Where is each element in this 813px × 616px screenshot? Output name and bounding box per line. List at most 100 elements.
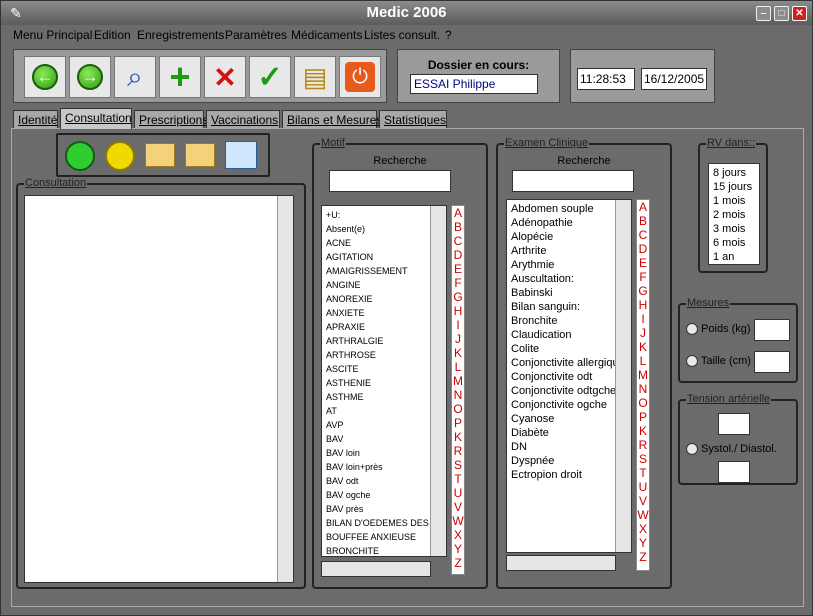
letter-index-item[interactable]: I xyxy=(452,318,464,332)
patient-field[interactable]: ESSAI Philippe xyxy=(410,74,538,94)
tab-prescriptions[interactable]: Prescriptions xyxy=(134,110,208,129)
letter-index-item[interactable]: K xyxy=(452,346,464,360)
motif-item[interactable]: AT xyxy=(322,404,446,418)
examen-item[interactable]: Colite xyxy=(507,342,631,356)
letter-index-item[interactable]: M xyxy=(637,368,649,382)
menu-edition[interactable]: Edition xyxy=(94,28,131,42)
letter-index-item[interactable]: K xyxy=(637,340,649,354)
letter-index-item[interactable]: J xyxy=(637,326,649,340)
letter-index-item[interactable]: P xyxy=(452,416,464,430)
motif-item[interactable]: BAV près xyxy=(322,502,446,516)
taille-input[interactable] xyxy=(754,351,790,373)
folder-open-icon[interactable] xyxy=(145,143,175,167)
tab-consultation[interactable]: Consultation xyxy=(60,108,132,129)
letter-index-item[interactable]: H xyxy=(637,298,649,312)
letter-index-item[interactable]: G xyxy=(452,290,464,304)
letter-index-item[interactable]: C xyxy=(452,234,464,248)
letter-index-item[interactable]: O xyxy=(637,396,649,410)
examen-item[interactable]: Conjonctivite allergique xyxy=(507,356,631,370)
motif-item[interactable]: BAV loin xyxy=(322,446,446,460)
tab-bilans-mesures[interactable]: Bilans et Mesures xyxy=(282,110,382,129)
letter-index-item[interactable]: U xyxy=(637,480,649,494)
motif-item[interactable]: AMAIGRISSEMENT xyxy=(322,264,446,278)
consultation-scrollbar[interactable] xyxy=(277,196,293,582)
rv-option[interactable]: 1 an xyxy=(713,250,755,264)
letter-index-item[interactable]: C xyxy=(637,228,649,242)
examen-search-input[interactable] xyxy=(512,170,634,192)
examen-item[interactable]: Conjonctivite ogche xyxy=(507,398,631,412)
letter-index-item[interactable]: M xyxy=(452,374,464,388)
motif-search-input[interactable] xyxy=(329,170,451,192)
letter-index-item[interactable]: Y xyxy=(452,542,464,556)
letter-index-item[interactable]: N xyxy=(637,382,649,396)
examen-scrollbar[interactable] xyxy=(615,200,631,552)
letter-index-item[interactable]: W xyxy=(637,508,649,522)
examen-item[interactable]: Dyspnée xyxy=(507,454,631,468)
motif-item[interactable]: BAV xyxy=(322,432,446,446)
poids-input[interactable] xyxy=(754,319,790,341)
motif-item[interactable]: ARTHRALGIE xyxy=(322,334,446,348)
motif-item[interactable]: Absent(e) xyxy=(322,222,446,236)
letter-index-item[interactable]: R xyxy=(637,438,649,452)
menu-principal[interactable]: Menu Principal xyxy=(13,28,92,42)
examen-item[interactable]: Babinski xyxy=(507,286,631,300)
letter-index-item[interactable]: R xyxy=(452,444,464,458)
motif-item[interactable]: +U: xyxy=(322,208,446,222)
folders-icon[interactable] xyxy=(185,143,215,167)
menu-medicaments[interactable]: Médicaments xyxy=(291,28,362,42)
letter-index-item[interactable]: S xyxy=(452,458,464,472)
examen-item[interactable]: Alopécie xyxy=(507,230,631,244)
letter-index-item[interactable]: J xyxy=(452,332,464,346)
letter-index-item[interactable]: V xyxy=(637,494,649,508)
menu-enregistrements[interactable]: Enregistrements xyxy=(137,28,224,42)
letter-index-item[interactable]: D xyxy=(452,248,464,262)
examen-item[interactable]: Bronchite xyxy=(507,314,631,328)
letter-index-item[interactable]: I xyxy=(637,312,649,326)
menu-listes-consult[interactable]: Listes consult. xyxy=(364,28,440,42)
motif-item[interactable]: BAV loin+près xyxy=(322,460,446,474)
motif-list[interactable]: +U: Absent(e) ACNE AGITATION AMAIGRISSEMENT A… xyxy=(321,205,447,557)
tab-vaccinations[interactable]: Vaccinations xyxy=(206,110,280,129)
motif-item[interactable]: ANXIETE xyxy=(322,306,446,320)
poids-radio[interactable] xyxy=(686,323,698,336)
motif-item[interactable]: ASTHME xyxy=(322,390,446,404)
happy-face-icon[interactable] xyxy=(65,141,95,171)
examen-item[interactable]: Arythmie xyxy=(507,258,631,272)
examen-item[interactable]: Claudication xyxy=(507,328,631,342)
tension-radio[interactable] xyxy=(686,443,698,456)
examen-item[interactable]: Bilan sanguin: xyxy=(507,300,631,314)
letter-index-item[interactable]: A xyxy=(637,200,649,214)
delete-button[interactable]: ✕ xyxy=(204,56,246,98)
letter-index-item[interactable]: F xyxy=(452,276,464,290)
maximize-button[interactable]: □ xyxy=(774,6,789,21)
rv-option[interactable]: 8 jours xyxy=(713,166,755,180)
examen-list[interactable]: Abdomen souple Adénopathie Alopécie Arthrit… xyxy=(506,199,632,553)
examen-item[interactable]: Abdomen souple xyxy=(507,202,631,216)
book-button[interactable]: ▤ xyxy=(294,56,336,98)
motif-hscrollbar[interactable] xyxy=(321,561,431,577)
motif-item[interactable]: ARTHROSE xyxy=(322,348,446,362)
motif-item[interactable]: APRAXIE xyxy=(322,320,446,334)
tab-statistiques[interactable]: Statistiques xyxy=(379,110,447,129)
back-button[interactable]: ← xyxy=(24,56,66,98)
letter-index-item[interactable]: U xyxy=(452,486,464,500)
examen-item[interactable]: Auscultation: xyxy=(507,272,631,286)
letter-index-item[interactable]: B xyxy=(637,214,649,228)
examen-item[interactable]: Conjonctivite odt xyxy=(507,370,631,384)
examen-item[interactable]: Adénopathie xyxy=(507,216,631,230)
letter-index-item[interactable]: Z xyxy=(637,550,649,564)
motif-item[interactable]: ASCITE xyxy=(322,362,446,376)
tab-identite[interactable]: Identité xyxy=(13,110,58,129)
letter-index-item[interactable]: F xyxy=(637,270,649,284)
letter-index-item[interactable]: T xyxy=(452,472,464,486)
letter-index-item[interactable]: G xyxy=(637,284,649,298)
magnifier-screen-icon[interactable] xyxy=(225,141,257,169)
examen-item[interactable]: Diabète xyxy=(507,426,631,440)
letter-index-item[interactable]: L xyxy=(452,360,464,374)
forward-button[interactable]: → xyxy=(69,56,111,98)
diastolic-input[interactable] xyxy=(718,461,750,483)
motif-item[interactable]: AVP xyxy=(322,418,446,432)
letter-index-item[interactable]: S xyxy=(637,452,649,466)
neutral-face-icon[interactable] xyxy=(105,141,135,171)
letter-index-item[interactable]: T xyxy=(637,466,649,480)
